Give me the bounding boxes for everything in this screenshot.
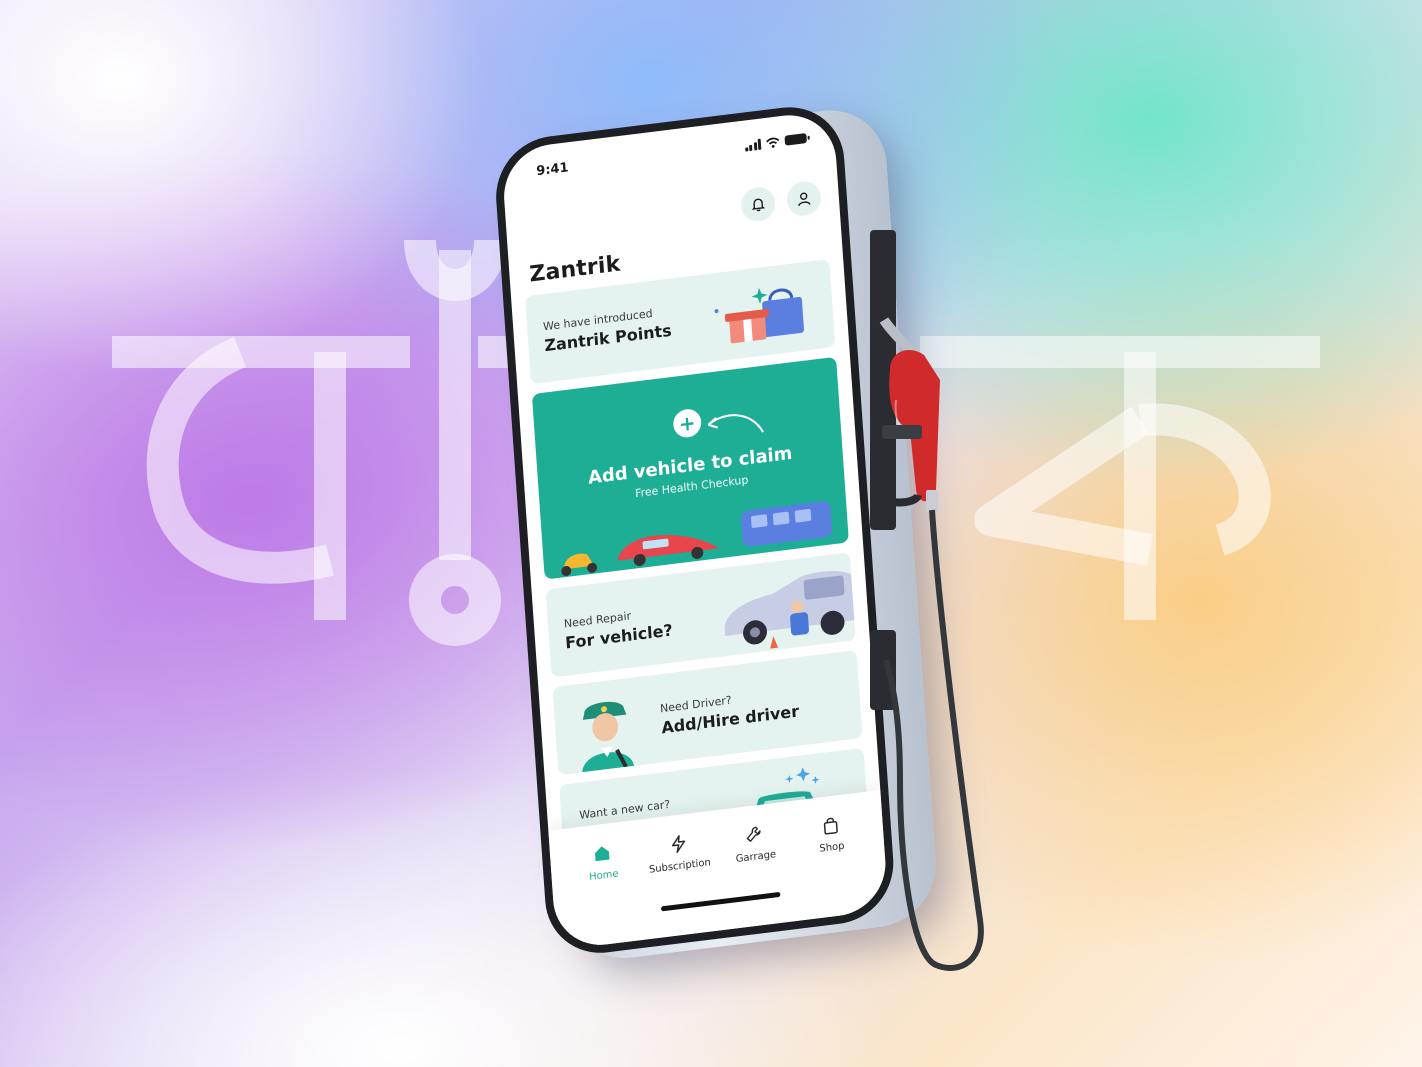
app-screen: 9:41 Zantrik We have introduced Zantrik … — [500, 109, 889, 951]
nav-home-label: Home — [588, 868, 619, 884]
status-time: 9:41 — [535, 159, 569, 179]
header-actions — [740, 179, 822, 224]
plus-icon[interactable]: + — [672, 407, 703, 440]
add-vehicle-claim-card[interactable]: + Add vehicle to claim Free Health Check… — [531, 356, 849, 580]
status-icons — [744, 133, 808, 152]
battery-icon — [784, 133, 808, 146]
driver-avatar-illustration — [582, 701, 635, 773]
bolt-icon — [667, 832, 690, 857]
nav-shop[interactable]: Shop — [794, 810, 868, 858]
wrench-icon — [743, 822, 766, 847]
home-icon — [591, 841, 614, 866]
phone-frame: 9:41 Zantrik We have introduced Zantrik … — [492, 100, 898, 960]
home-indicator — [660, 891, 781, 912]
bell-icon[interactable] — [740, 185, 777, 224]
wifi-icon — [766, 137, 780, 148]
repair-car-illustration — [724, 571, 855, 649]
gift-shopping-illustration — [714, 287, 805, 344]
nav-shop-label: Shop — [819, 840, 845, 855]
nav-subscription-label: Subscription — [648, 857, 712, 876]
nav-home[interactable]: Home — [566, 838, 640, 886]
bag-icon — [819, 813, 842, 838]
signal-icon — [744, 138, 762, 152]
app-title: Zantrik — [528, 251, 622, 288]
user-icon[interactable] — [785, 179, 822, 218]
nav-garage[interactable]: Garrage — [718, 819, 792, 867]
fuel-nozzle-illustration — [870, 230, 984, 971]
home-cards: We have introduced Zantrik Points + Add … — [525, 259, 870, 881]
nav-garage-label: Garrage — [735, 849, 777, 866]
curved-arrow-icon — [707, 414, 764, 433]
nav-subscription[interactable]: Subscription — [642, 829, 716, 877]
